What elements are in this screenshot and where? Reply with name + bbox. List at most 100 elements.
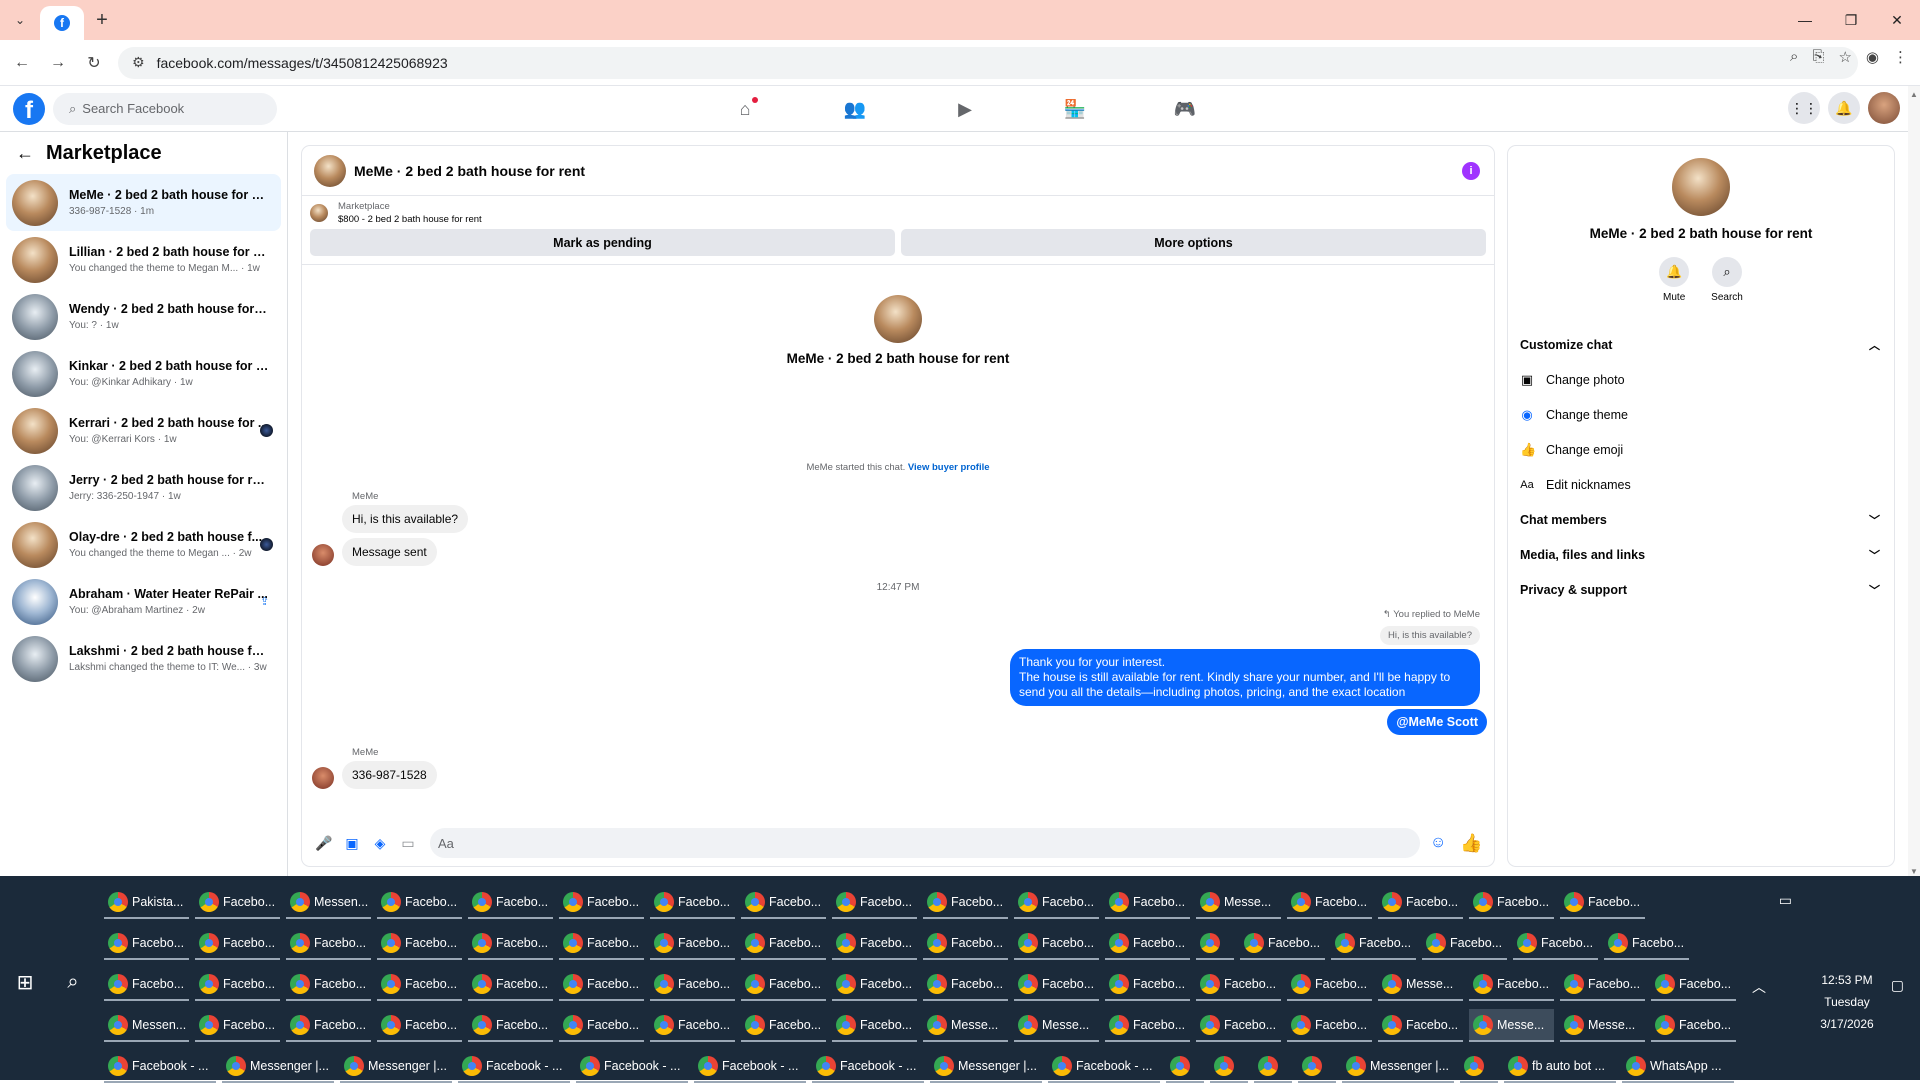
taskbar-window-button[interactable]: Facebo... bbox=[1604, 927, 1689, 960]
site-settings-icon[interactable]: ⚙ bbox=[132, 54, 145, 71]
taskbar-window-button[interactable]: Facebo... bbox=[1287, 886, 1372, 919]
taskbar-window-button[interactable]: Facebo... bbox=[1331, 927, 1416, 960]
taskbar-window-button[interactable]: Facebo... bbox=[195, 927, 280, 960]
edit-nicknames-item[interactable]: Aa Edit nicknames bbox=[1508, 467, 1894, 502]
taskbar-window-button[interactable]: Facebo... bbox=[1240, 927, 1325, 960]
taskbar-window-button[interactable]: Facebo... bbox=[559, 927, 644, 960]
taskbar-window-button[interactable]: Facebo... bbox=[468, 927, 553, 960]
taskbar-window-button[interactable]: Facebo... bbox=[1196, 1009, 1281, 1042]
taskbar-window-button[interactable]: Messe... bbox=[1469, 1009, 1554, 1042]
taskbar-window-button[interactable]: Facebo... bbox=[1105, 1009, 1190, 1042]
outgoing-mention-message[interactable]: @MeMe Scott bbox=[1387, 709, 1487, 735]
taskbar-window-button[interactable]: Facebo... bbox=[377, 1009, 462, 1042]
conversation-item[interactable]: Olay-dre · 2 bed 2 bath house f... You ch… bbox=[6, 516, 281, 573]
taskbar-window-button[interactable]: Facebo... bbox=[468, 1009, 553, 1042]
taskbar-window-button[interactable]: Messe... bbox=[1196, 886, 1281, 919]
taskbar-window-button[interactable]: Facebo... bbox=[559, 968, 644, 1001]
taskbar-window-button[interactable]: Facebo... bbox=[832, 886, 917, 919]
photo-icon[interactable]: ▣ bbox=[338, 835, 366, 852]
taskbar-window-button[interactable]: Facebo... bbox=[1422, 927, 1507, 960]
info-icon[interactable]: i bbox=[1462, 162, 1480, 180]
minimize-icon[interactable]: — bbox=[1782, 0, 1828, 40]
tab-search-chevron-icon[interactable]: ⌄ bbox=[0, 0, 40, 40]
marketplace-icon[interactable]: 🏪 bbox=[1020, 86, 1130, 132]
search-button[interactable]: ⌕ Search bbox=[1711, 257, 1743, 303]
zoom-icon[interactable]: ⌕ bbox=[1790, 48, 1798, 66]
facebook-logo-icon[interactable]: f bbox=[13, 92, 45, 125]
conversation-item[interactable]: Jerry · 2 bed 2 bath house for rent Jerry… bbox=[6, 459, 281, 516]
video-icon[interactable]: ▶ bbox=[910, 86, 1020, 132]
taskbar-window-button[interactable]: WhatsApp ... bbox=[1622, 1050, 1734, 1083]
forward-arrow-icon[interactable]: → bbox=[44, 49, 72, 77]
outgoing-message[interactable]: Thank you for your interest. The house i… bbox=[1010, 649, 1480, 706]
taskbar-window-button[interactable]: Facebo... bbox=[286, 968, 371, 1001]
taskbar-window-button[interactable]: Facebo... bbox=[559, 1009, 644, 1042]
taskbar-window-button[interactable]: Facebo... bbox=[650, 1009, 735, 1042]
chat-members-section[interactable]: Chat members ﹀ bbox=[1508, 502, 1894, 537]
home-icon[interactable]: ⌂ bbox=[690, 86, 800, 132]
taskbar-window-button[interactable]: Facebo... bbox=[741, 968, 826, 1001]
customize-chat-section[interactable]: Customize chat ︿ bbox=[1508, 327, 1894, 362]
taskbar-window-button[interactable]: Facebo... bbox=[1651, 968, 1736, 1001]
taskbar-window-button[interactable]: Facebo... bbox=[286, 927, 371, 960]
taskbar-window-button[interactable]: Facebo... bbox=[1105, 927, 1190, 960]
system-clock[interactable]: 12:53 PM Tuesday 3/17/2026 bbox=[1802, 969, 1892, 1035]
taskbar-window-button[interactable]: Facebo... bbox=[1513, 927, 1598, 960]
conversation-item[interactable]: Lillian · 2 bed 2 bath house for rent You… bbox=[6, 231, 281, 288]
taskbar-window-button[interactable]: Messenger |... bbox=[1342, 1050, 1454, 1083]
taskbar-window-button[interactable]: Messenger |... bbox=[340, 1050, 452, 1083]
message-input[interactable]: Aa bbox=[430, 828, 1420, 858]
back-arrow-icon[interactable]: ← bbox=[16, 143, 34, 164]
mark-pending-button[interactable]: Mark as pending bbox=[310, 229, 895, 256]
taskbar-window-button[interactable]: Facebo... bbox=[832, 1009, 917, 1042]
taskbar-window-button[interactable]: Facebo... bbox=[923, 968, 1008, 1001]
taskbar-window-button[interactable]: Facebook - ... bbox=[812, 1050, 924, 1083]
notifications-bell-icon[interactable]: 🔔 bbox=[1828, 92, 1860, 124]
taskbar-window-button[interactable]: Facebo... bbox=[1287, 968, 1372, 1001]
taskbar-window-button[interactable]: Facebook - ... bbox=[1048, 1050, 1160, 1083]
taskbar-window-button[interactable] bbox=[1196, 927, 1234, 960]
taskbar-window-button[interactable]: Messe... bbox=[1560, 1009, 1645, 1042]
taskbar-window-button[interactable]: Messen... bbox=[104, 1009, 189, 1042]
incoming-message[interactable]: Message sent bbox=[342, 538, 437, 566]
change-photo-item[interactable]: ▣ Change photo bbox=[1508, 362, 1894, 397]
taskbar-window-button[interactable] bbox=[1298, 1050, 1336, 1083]
taskbar-window-button[interactable]: Messe... bbox=[1014, 1009, 1099, 1042]
taskbar-window-button[interactable]: Facebo... bbox=[741, 927, 826, 960]
taskbar-window-button[interactable]: Facebo... bbox=[1196, 968, 1281, 1001]
taskbar-window-button[interactable] bbox=[1254, 1050, 1292, 1083]
taskbar-window-button[interactable]: Facebo... bbox=[741, 1009, 826, 1042]
taskbar-window-button[interactable]: Facebo... bbox=[1469, 968, 1554, 1001]
close-icon[interactable]: ✕ bbox=[1874, 0, 1920, 40]
taskbar-window-button[interactable]: Facebo... bbox=[104, 968, 189, 1001]
taskbar-window-button[interactable]: Messen... bbox=[286, 886, 371, 919]
conversation-item[interactable]: Kinkar · 2 bed 2 bath house for rent You:… bbox=[6, 345, 281, 402]
taskbar-window-button[interactable]: Facebo... bbox=[377, 927, 462, 960]
taskbar-window-button[interactable]: Messenger |... bbox=[222, 1050, 334, 1083]
mute-button[interactable]: 🔔 Mute bbox=[1659, 257, 1690, 303]
browser-tab-facebook[interactable]: f bbox=[40, 6, 84, 40]
view-buyer-profile-link[interactable]: View buyer profile bbox=[908, 462, 990, 473]
listing-summary[interactable]: Marketplace $800 - 2 bed 2 bath house fo… bbox=[302, 196, 1494, 229]
taskbar-window-button[interactable] bbox=[1166, 1050, 1204, 1083]
taskbar-window-button[interactable]: Facebook - ... bbox=[694, 1050, 806, 1083]
taskbar-window-button[interactable]: Facebo... bbox=[1469, 886, 1554, 919]
taskbar-window-button[interactable]: Facebo... bbox=[1378, 1009, 1463, 1042]
gaming-icon[interactable]: 🎮 bbox=[1130, 86, 1240, 132]
conversation-item[interactable]: Abraham · Water Heater RePair ... You: @A… bbox=[6, 573, 281, 630]
chat-title[interactable]: MeMe · 2 bed 2 bath house for rent bbox=[354, 163, 585, 179]
taskbar-window-button[interactable]: fb auto bot ... bbox=[1504, 1050, 1616, 1083]
taskbar-window-button[interactable]: Facebo... bbox=[468, 968, 553, 1001]
taskbar-window-button[interactable]: Facebo... bbox=[650, 927, 735, 960]
taskbar-window-button[interactable]: Facebo... bbox=[923, 927, 1008, 960]
chat-avatar[interactable] bbox=[314, 154, 346, 187]
taskbar-window-button[interactable]: Facebo... bbox=[741, 886, 826, 919]
notifications-icon[interactable]: ▢ bbox=[1891, 977, 1904, 994]
taskbar-window-button[interactable]: Facebo... bbox=[832, 968, 917, 1001]
taskbar-window-button[interactable]: Facebo... bbox=[559, 886, 644, 919]
install-app-icon[interactable]: ⎘ bbox=[1812, 48, 1824, 66]
taskbar-window-button[interactable]: Facebo... bbox=[650, 968, 735, 1001]
change-emoji-item[interactable]: 👍 Change emoji bbox=[1508, 432, 1894, 467]
taskbar-window-button[interactable]: Facebo... bbox=[832, 927, 917, 960]
restore-icon[interactable]: ❐ bbox=[1828, 0, 1874, 40]
